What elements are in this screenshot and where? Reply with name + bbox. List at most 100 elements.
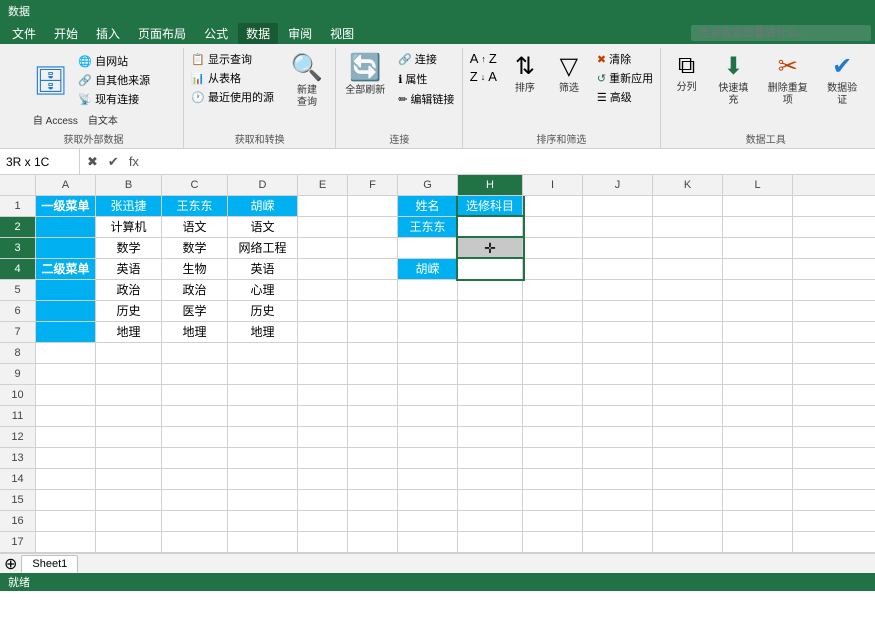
col-header-L[interactable]: L — [723, 175, 793, 195]
cell-C12[interactable] — [162, 427, 228, 447]
row-num-9[interactable]: 9 — [0, 364, 36, 384]
menu-item-review[interactable]: 审阅 — [280, 23, 320, 44]
cell-B11[interactable] — [96, 406, 162, 426]
cell-L9[interactable] — [723, 364, 793, 384]
cell-E2[interactable] — [298, 217, 348, 237]
cell-E3[interactable] — [298, 238, 348, 258]
cell-H2[interactable] — [458, 217, 523, 237]
cell-H6[interactable] — [458, 301, 523, 321]
cell-H16[interactable] — [458, 511, 523, 531]
cell-B2[interactable]: 计算机 — [96, 217, 162, 237]
cell-I7[interactable] — [523, 322, 583, 342]
cell-F14[interactable] — [348, 469, 398, 489]
cell-I6[interactable] — [523, 301, 583, 321]
col-header-I[interactable]: I — [523, 175, 583, 195]
row-num-10[interactable]: 10 — [0, 385, 36, 405]
cell-G3[interactable] — [398, 238, 458, 258]
cell-B16[interactable] — [96, 511, 162, 531]
cell-G17[interactable] — [398, 532, 458, 552]
validate-button[interactable]: ✔ 数据验证 — [819, 50, 865, 109]
fill-button[interactable]: ⬇ 快速填充 — [711, 50, 757, 109]
cell-B4[interactable]: 英语 — [96, 259, 162, 279]
web-button[interactable]: 🌐自网站 — [74, 52, 154, 70]
cell-H1[interactable]: 选修科目 — [458, 196, 523, 216]
cell-D1[interactable]: 胡嵘 — [228, 196, 298, 216]
menu-item-insert[interactable]: 插入 — [88, 23, 128, 44]
cell-E8[interactable] — [298, 343, 348, 363]
cell-A13[interactable] — [36, 448, 96, 468]
col-header-J[interactable]: J — [583, 175, 653, 195]
col-header-G[interactable]: G — [398, 175, 458, 195]
cell-F3[interactable] — [348, 238, 398, 258]
reapply-button[interactable]: ↺重新应用 — [593, 69, 657, 87]
cell-A1[interactable]: 一级菜单 — [36, 196, 96, 216]
cell-C8[interactable] — [162, 343, 228, 363]
cell-I11[interactable] — [523, 406, 583, 426]
new-query-button[interactable]: 🔍 新建查询 — [282, 50, 332, 111]
cell-D8[interactable] — [228, 343, 298, 363]
cell-D13[interactable] — [228, 448, 298, 468]
cell-A16[interactable] — [36, 511, 96, 531]
row-num-4[interactable]: 4 — [0, 259, 36, 279]
cell-F13[interactable] — [348, 448, 398, 468]
cell-H7[interactable] — [458, 322, 523, 342]
cell-H15[interactable] — [458, 490, 523, 510]
cell-H5[interactable] — [458, 280, 523, 300]
cell-E6[interactable] — [298, 301, 348, 321]
cell-A15[interactable] — [36, 490, 96, 510]
cell-E13[interactable] — [298, 448, 348, 468]
cell-L13[interactable] — [723, 448, 793, 468]
cell-L7[interactable] — [723, 322, 793, 342]
cell-A6[interactable] — [36, 301, 96, 321]
cell-A5[interactable] — [36, 280, 96, 300]
col-header-B[interactable]: B — [96, 175, 162, 195]
cell-B6[interactable]: 历史 — [96, 301, 162, 321]
cell-L16[interactable] — [723, 511, 793, 531]
cell-J14[interactable] — [583, 469, 653, 489]
cell-G15[interactable] — [398, 490, 458, 510]
cell-I14[interactable] — [523, 469, 583, 489]
cell-F4[interactable] — [348, 259, 398, 279]
cell-G8[interactable] — [398, 343, 458, 363]
cell-K1[interactable] — [653, 196, 723, 216]
cell-C3[interactable]: 数学 — [162, 238, 228, 258]
cell-A14[interactable] — [36, 469, 96, 489]
cell-L3[interactable] — [723, 238, 793, 258]
cell-B13[interactable] — [96, 448, 162, 468]
col-header-D[interactable]: D — [228, 175, 298, 195]
cell-L11[interactable] — [723, 406, 793, 426]
cell-J17[interactable] — [583, 532, 653, 552]
cell-I10[interactable] — [523, 385, 583, 405]
menu-item-view[interactable]: 视图 — [322, 23, 362, 44]
from-table-button[interactable]: 📊从表格 — [187, 69, 278, 87]
cell-F10[interactable] — [348, 385, 398, 405]
cell-J11[interactable] — [583, 406, 653, 426]
show-query-button[interactable]: 📋显示查询 — [187, 50, 278, 68]
cell-E12[interactable] — [298, 427, 348, 447]
cell-J16[interactable] — [583, 511, 653, 531]
cell-K4[interactable] — [653, 259, 723, 279]
cell-I3[interactable] — [523, 238, 583, 258]
cell-H9[interactable] — [458, 364, 523, 384]
cell-I1[interactable] — [523, 196, 583, 216]
cancel-icon[interactable]: ✖ — [84, 153, 101, 171]
row-num-7[interactable]: 7 — [0, 322, 36, 342]
row-num-5[interactable]: 5 — [0, 280, 36, 300]
cell-I5[interactable] — [523, 280, 583, 300]
cell-H13[interactable] — [458, 448, 523, 468]
cell-D7[interactable]: 地理 — [228, 322, 298, 342]
row-num-2[interactable]: 2 — [0, 217, 36, 237]
advanced-button[interactable]: ☰高级 — [593, 88, 657, 106]
cell-A7[interactable] — [36, 322, 96, 342]
confirm-icon[interactable]: ✔ — [105, 153, 122, 171]
cell-I2[interactable] — [523, 217, 583, 237]
cell-K17[interactable] — [653, 532, 723, 552]
cell-L8[interactable] — [723, 343, 793, 363]
formula-input[interactable] — [146, 155, 875, 169]
connections-button[interactable]: 🔗连接 — [394, 50, 458, 68]
row-num-16[interactable]: 16 — [0, 511, 36, 531]
cell-L17[interactable] — [723, 532, 793, 552]
row-num-8[interactable]: 8 — [0, 343, 36, 363]
cell-I17[interactable] — [523, 532, 583, 552]
split-button[interactable]: ⧉ 分列 — [667, 50, 707, 96]
